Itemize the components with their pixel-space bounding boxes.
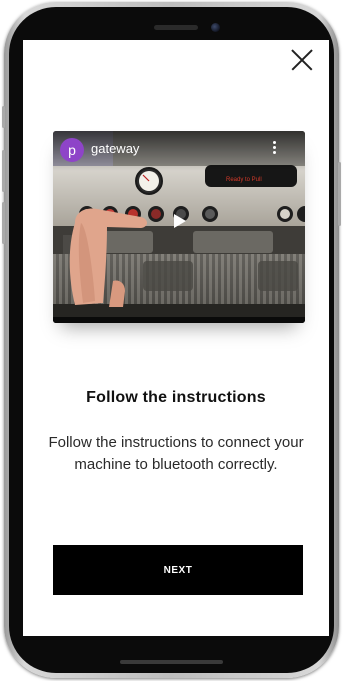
earpiece-speaker: [154, 25, 198, 30]
close-icon[interactable]: [287, 46, 315, 74]
video-footer: [53, 317, 305, 323]
volume-down-button: [2, 202, 5, 244]
more-vertical-icon[interactable]: [269, 141, 279, 159]
app-screen: Ready to Pull p gateway Follow the instr…: [23, 40, 329, 636]
next-button[interactable]: NEXT: [53, 545, 303, 595]
home-indicator: [120, 660, 223, 664]
instructions-text: Follow the instructions to connect your …: [48, 434, 304, 473]
page-title: Follow the instructions: [86, 389, 266, 406]
play-icon[interactable]: [168, 211, 190, 233]
machine-display-text: Ready to Pull: [226, 177, 262, 183]
front-camera: [211, 23, 220, 32]
power-button: [338, 162, 341, 226]
video-player[interactable]: Ready to Pull p gateway: [53, 131, 305, 323]
video-title[interactable]: gateway: [91, 141, 139, 157]
channel-avatar[interactable]: p: [60, 138, 84, 162]
mute-switch: [2, 106, 5, 128]
volume-up-button: [2, 150, 5, 192]
